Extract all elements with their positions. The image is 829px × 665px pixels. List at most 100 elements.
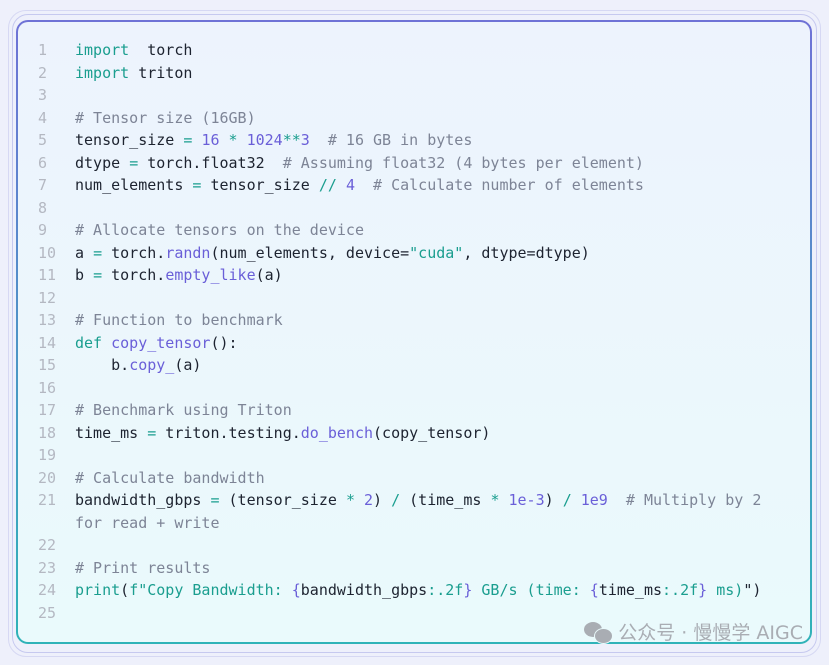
line-text: import torch: [75, 39, 775, 62]
code-token: 1024: [246, 131, 283, 149]
code-line: 19: [38, 444, 775, 467]
code-token: # Print results: [75, 558, 211, 577]
line-number: 9: [38, 221, 48, 239]
code-token: def: [75, 333, 103, 352]
code-token: ():: [210, 333, 238, 352]
code-token: GB/s (time:: [472, 581, 590, 599]
code-line: 6 dtype = torch.float32 # Assuming float3…: [38, 152, 775, 175]
code-token: torch.float32: [138, 153, 265, 172]
code-token: triton: [129, 63, 193, 82]
code-line: 11 b = torch.empty_like(a): [38, 264, 775, 287]
line-text: # Print results: [75, 557, 775, 580]
line-number: 17: [38, 401, 57, 419]
code-line: 15 b.copy_(a): [38, 354, 775, 377]
line-number: 2: [38, 63, 48, 82]
code-line: 22: [38, 534, 775, 557]
code-token: dtype: [75, 153, 130, 172]
code-token: # Allocate tensors on the device: [75, 221, 364, 239]
code-token: empty_like: [165, 266, 256, 284]
line-text: [75, 197, 775, 220]
code-token: torch: [129, 41, 193, 59]
code-block: 1 import torch 2 import triton 3 4 # Tensor si…: [16, 20, 812, 644]
code-token: time_ms: [598, 581, 663, 599]
line-text: # Calculate bandwidth: [75, 467, 775, 490]
line-text: # Benchmark using Triton: [75, 399, 775, 422]
code-line: 21 bandwidth_gbps = (tensor_size * 2) / (…: [38, 489, 775, 534]
code-token: tensor_size: [75, 131, 184, 149]
line-text: [75, 444, 775, 467]
line-number: 1: [38, 41, 48, 59]
code-token: (tensor_size: [219, 491, 346, 509]
code-line: 10 a = torch.randn(num_elements, device="…: [38, 242, 775, 265]
code-token: randn: [165, 243, 211, 262]
line-text: dtype = torch.float32 # Assuming float32…: [75, 152, 775, 175]
code-token: **: [282, 131, 301, 149]
code-line: 3: [38, 84, 775, 107]
line-number: 15: [38, 356, 57, 374]
line-number: 10: [38, 243, 57, 262]
code-token: *: [345, 491, 355, 509]
code-line: 1 import torch: [38, 39, 775, 62]
code-line: 23 # Print results: [38, 557, 775, 580]
line-number: 7: [38, 176, 48, 194]
line-number: 20: [38, 468, 57, 487]
code-token: :.2f: [427, 581, 464, 599]
code-token: import: [75, 63, 130, 82]
code-token: {: [589, 581, 599, 599]
code-token: # Function to benchmark: [75, 311, 283, 329]
watermark-text: 公众号 · 慢慢学 AIGC: [618, 622, 803, 644]
line-text: time_ms = triton.testing.do_bench(copy_t…: [75, 422, 775, 445]
code-token: //: [318, 176, 337, 194]
code-line: 4 # Tensor size (16GB): [38, 107, 775, 130]
code-token: torch.: [102, 266, 166, 284]
code-token: # Calculate number of elements: [354, 176, 644, 194]
code-line: 2 import triton: [38, 62, 775, 85]
line-number: 3: [38, 86, 48, 104]
code-line: 13 # Function to benchmark: [38, 309, 775, 332]
line-text: [75, 377, 775, 400]
code-token: b: [75, 266, 94, 284]
line-text: tensor_size = 16 * 1024**3 # 16 GB in by…: [75, 129, 775, 152]
code-token: 16: [201, 131, 220, 149]
line-text: print(f"Copy Bandwidth: {bandwidth_gbps:…: [75, 579, 775, 602]
code-token: torch.: [102, 243, 166, 262]
code-token: :.2f: [662, 581, 699, 599]
line-number: 13: [38, 311, 57, 329]
code-token: *: [228, 131, 238, 149]
code-token: tensor_size: [201, 176, 319, 194]
code-token: (: [120, 581, 130, 599]
code-token: # Benchmark using Triton: [75, 401, 292, 419]
line-number: 6: [38, 153, 48, 172]
code-token: b.: [75, 356, 130, 374]
code-token: 2: [364, 491, 374, 509]
code-line: 16: [38, 377, 775, 400]
code-token: # Tensor size (16GB): [75, 108, 256, 127]
line-number: 21: [38, 491, 57, 509]
code-token: (a): [255, 266, 283, 284]
code-token: # Assuming float32 (4 bytes per element): [264, 153, 644, 172]
code-token: print: [75, 581, 121, 599]
code-token: ): [544, 491, 563, 509]
line-number: 14: [38, 333, 57, 352]
code-token: 3: [300, 131, 310, 149]
code-line: 18 time_ms = triton.testing.do_bench(copy…: [38, 422, 775, 445]
code-token: (num_elements, device=: [210, 243, 410, 262]
line-number: 11: [38, 266, 57, 284]
code-token: =: [93, 243, 103, 262]
line-number: 5: [38, 131, 48, 149]
line-text: [75, 534, 775, 557]
line-text: [75, 84, 775, 107]
code-line: 5 tensor_size = 16 * 1024**3 # 16 GB in b…: [38, 129, 775, 152]
code-token: bandwidth_gbps: [300, 581, 428, 599]
code-token: copy_tensor: [111, 333, 211, 352]
code-token: ms): [707, 581, 744, 599]
code-token: , dtype=dtype): [463, 243, 590, 262]
code-line: 8: [38, 197, 775, 220]
code-token: =: [147, 423, 157, 442]
line-number: 16: [38, 378, 57, 397]
